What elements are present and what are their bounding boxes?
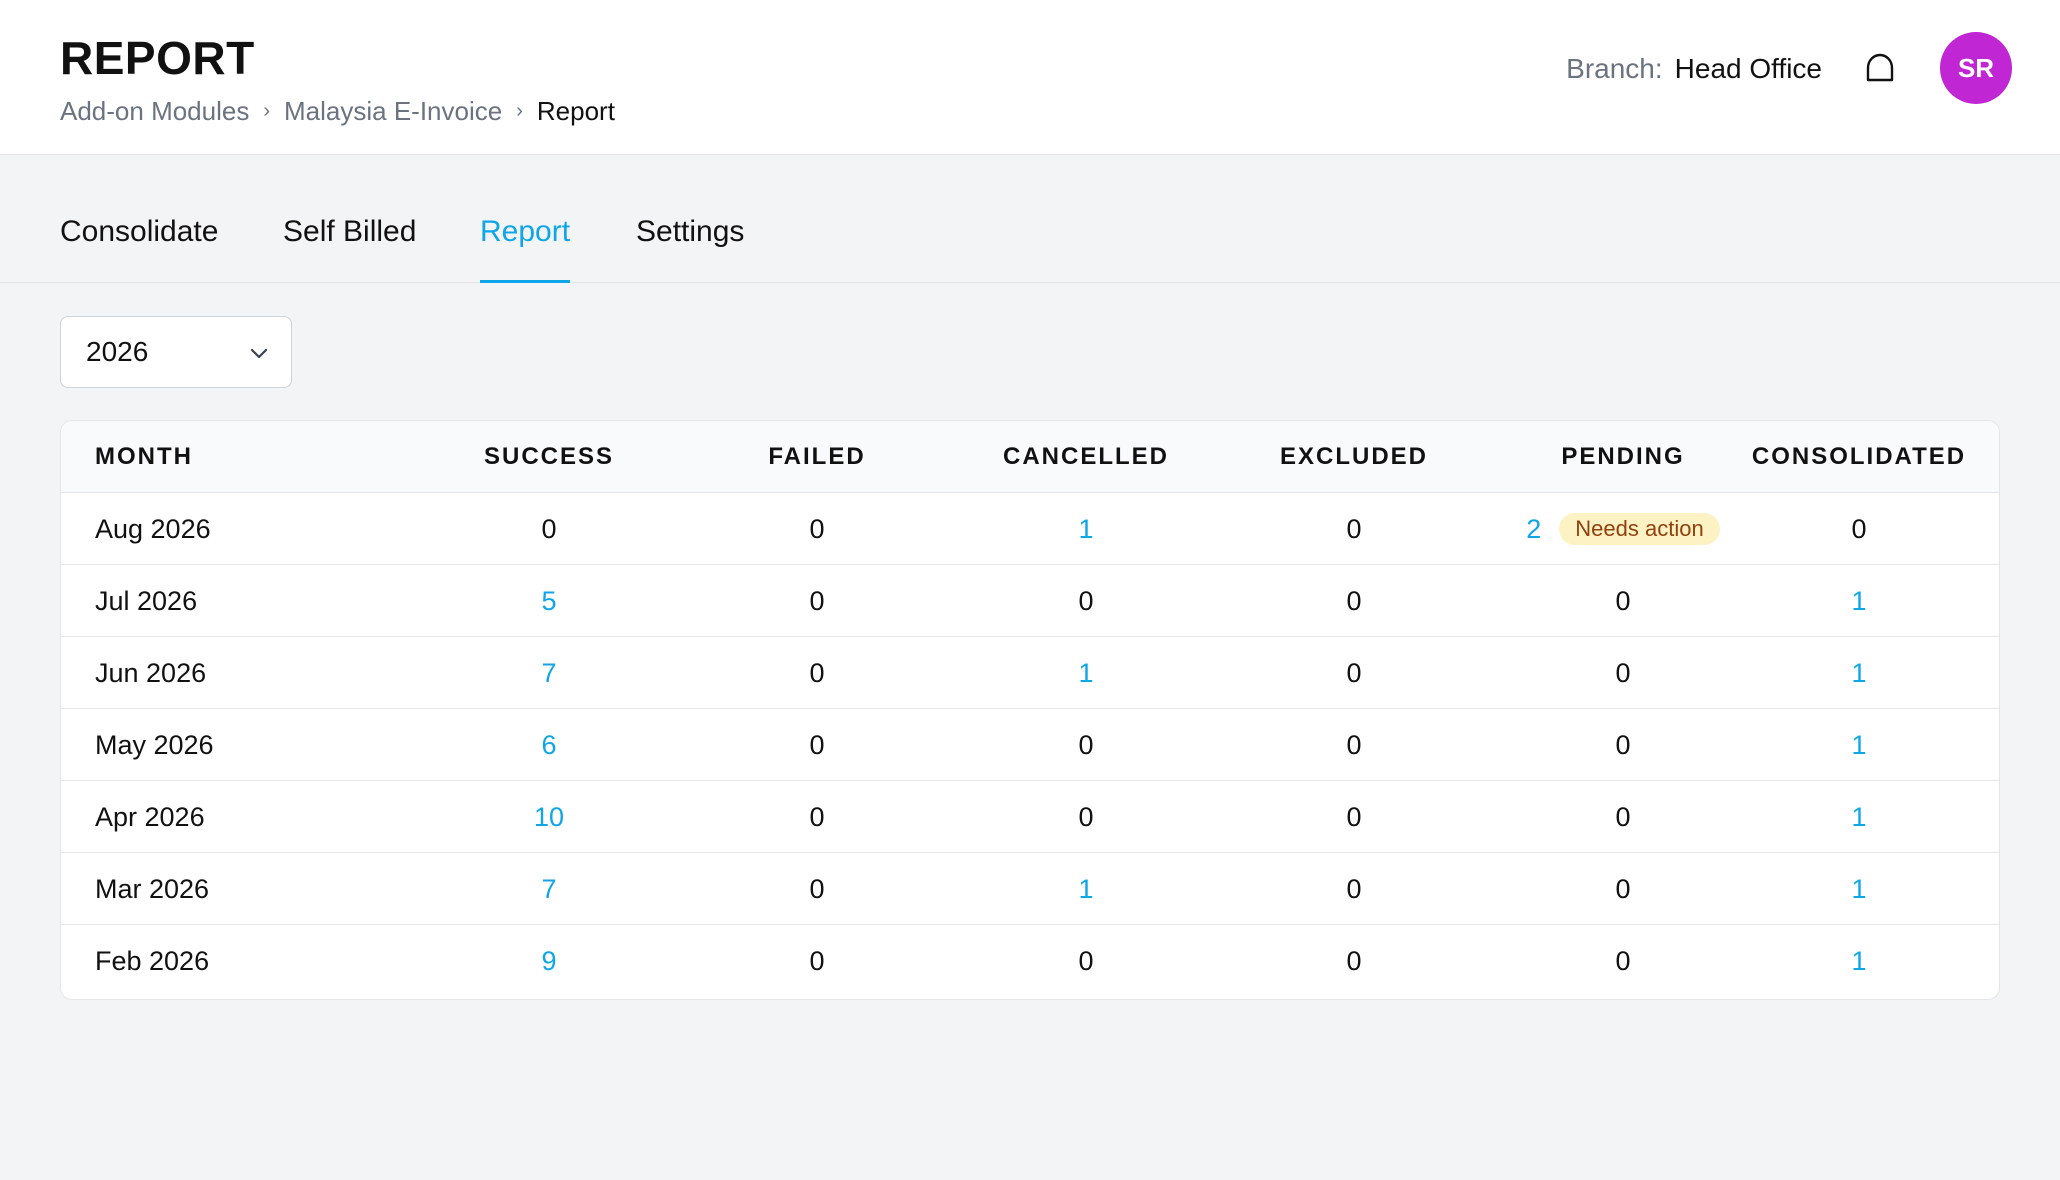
cell-consolidated[interactable]: 1 xyxy=(1725,637,1993,709)
cell-success[interactable]: 6 xyxy=(415,709,683,781)
table-row: Mar 2026 7 0 1 0 0 1 xyxy=(61,853,1999,925)
cell-success: 0 xyxy=(541,513,557,544)
table-row: Aug 2026 0 0 1 0 2 Needs action 0 xyxy=(61,493,1999,565)
cell-success[interactable]: 10 xyxy=(415,781,683,853)
branch-label: Branch: xyxy=(1566,53,1663,84)
year-select[interactable]: 2026 xyxy=(60,316,292,388)
cell-success[interactable]: 5 xyxy=(415,565,683,637)
cell-consolidated[interactable]: 1 xyxy=(1725,709,1993,781)
cell-consolidated[interactable]: 1 xyxy=(1725,781,1993,853)
column-header-consolidated: CONSOLIDATED xyxy=(1751,443,1967,470)
year-select-value: 2026 xyxy=(86,336,149,367)
cell-excluded: 0 xyxy=(1346,585,1362,616)
cell-failed: 0 xyxy=(809,657,825,688)
column-header-cancelled: CANCELLED xyxy=(1003,443,1169,470)
bell-icon-graphic xyxy=(1866,53,1894,82)
table-row: Jul 2026 5 0 0 0 0 1 xyxy=(61,565,1999,637)
cell-excluded: 0 xyxy=(1346,729,1362,760)
top-header: REPORT Add-on Modules › Malaysia E-Invoi… xyxy=(0,0,2060,155)
cell-month: Jul 2026 xyxy=(95,585,198,616)
cell-month: Mar 2026 xyxy=(95,873,210,904)
cell-excluded: 0 xyxy=(1346,801,1362,832)
cell-cancelled[interactable]: 1 xyxy=(952,493,1220,565)
avatar[interactable]: SR xyxy=(1940,32,2012,104)
cell-failed: 0 xyxy=(809,801,825,832)
breadcrumb: Add-on Modules › Malaysia E-Invoice › Re… xyxy=(60,95,615,127)
cell-failed: 0 xyxy=(809,513,825,544)
column-header-month: MONTH xyxy=(95,443,193,470)
tab-settings[interactable]: Settings xyxy=(636,215,744,283)
cell-cancelled[interactable]: 1 xyxy=(952,853,1220,925)
cell-failed: 0 xyxy=(809,585,825,616)
cell-pending: 0 xyxy=(1615,873,1631,904)
column-header-excluded: EXCLUDED xyxy=(1279,443,1428,470)
table-row: Jun 2026 7 0 1 0 0 1 xyxy=(61,637,1999,709)
cell-consolidated[interactable]: 1 xyxy=(1725,565,1993,637)
cell-consolidated[interactable]: 1 xyxy=(1725,853,1993,925)
cell-success[interactable]: 9 xyxy=(415,925,683,997)
cell-month: Aug 2026 xyxy=(95,513,211,544)
column-header-pending: PENDING xyxy=(1561,443,1685,470)
cell-month: May 2026 xyxy=(95,729,214,760)
tab-bar: Consolidate Self Billed Report Settings xyxy=(0,155,2060,283)
breadcrumb-item-report: Report xyxy=(536,95,615,126)
cell-consolidated[interactable]: 1 xyxy=(1725,925,1993,997)
tab-self-billed[interactable]: Self Billed xyxy=(283,215,416,283)
cell-cancelled: 0 xyxy=(1078,945,1094,976)
cell-month: Feb 2026 xyxy=(95,945,210,976)
cell-failed: 0 xyxy=(809,873,825,904)
table-row: Apr 2026 10 0 0 0 0 1 xyxy=(61,781,1999,853)
table-row: Feb 2026 9 0 0 0 0 1 xyxy=(61,925,1999,997)
cell-success[interactable]: 7 xyxy=(415,637,683,709)
cell-failed: 0 xyxy=(809,945,825,976)
cell-pending: 0 xyxy=(1615,657,1631,688)
page-title: REPORT xyxy=(60,32,255,84)
column-header-failed: FAILED xyxy=(768,443,866,470)
cell-pending: 0 xyxy=(1615,945,1631,976)
breadcrumb-item-add-on-modules[interactable]: Add-on Modules xyxy=(60,96,249,127)
cell-pending-value[interactable]: 2 xyxy=(1526,514,1541,545)
breadcrumb-separator-icon: › xyxy=(516,99,523,122)
branch-value[interactable]: Head Office xyxy=(1675,53,1822,85)
cell-cancelled: 0 xyxy=(1078,801,1094,832)
cell-pending: 0 xyxy=(1615,729,1631,760)
tab-report[interactable]: Report xyxy=(480,215,571,283)
cell-success[interactable]: 7 xyxy=(415,853,683,925)
status-badge: Needs action xyxy=(1559,513,1720,545)
cell-excluded: 0 xyxy=(1346,873,1362,904)
bell-icon[interactable] xyxy=(1862,50,1898,86)
table-header-row: MONTH SUCCESS FAILED CANCELLED EXCLUDED … xyxy=(61,421,1999,493)
cell-cancelled[interactable]: 1 xyxy=(952,637,1220,709)
breadcrumb-separator-icon: › xyxy=(263,99,271,122)
cell-month: Jun 2026 xyxy=(95,657,207,688)
branch-selector[interactable]: Branch: Head Office xyxy=(1566,51,1822,87)
cell-excluded: 0 xyxy=(1346,945,1362,976)
cell-pending: 0 xyxy=(1615,585,1631,616)
column-header-success: SUCCESS xyxy=(483,443,615,470)
chevron-down-icon xyxy=(250,348,268,359)
cell-consolidated: 0 xyxy=(1851,513,1867,544)
tab-consolidate[interactable]: Consolidate xyxy=(60,215,218,283)
breadcrumb-item-malaysia-e-invoice[interactable]: Malaysia E-Invoice xyxy=(284,96,502,127)
cell-month: Apr 2026 xyxy=(95,801,205,832)
table-row: May 2026 6 0 0 0 0 1 xyxy=(61,709,1999,781)
cell-cancelled: 0 xyxy=(1078,585,1094,616)
report-table: MONTH SUCCESS FAILED CANCELLED EXCLUDED … xyxy=(60,420,2000,1000)
cell-pending: 0 xyxy=(1615,801,1631,832)
cell-failed: 0 xyxy=(809,729,825,760)
cell-cancelled: 0 xyxy=(1078,729,1094,760)
cell-excluded: 0 xyxy=(1346,657,1362,688)
